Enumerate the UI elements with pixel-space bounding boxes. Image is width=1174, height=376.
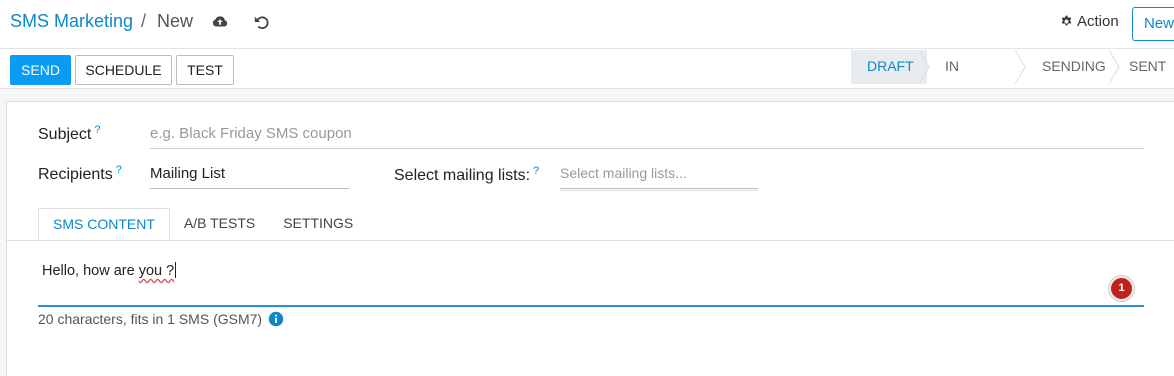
spellcheck-badge[interactable]: 1 xyxy=(1109,276,1134,301)
subject-help-icon[interactable]: ? xyxy=(94,124,100,136)
tab-ab-tests[interactable]: A/B TESTS xyxy=(170,208,269,241)
control-panel: SEND SCHEDULE TEST DRAFT IN QUEUE SENDIN… xyxy=(0,48,1174,106)
sms-body-textarea[interactable]: Hello, how are you ? xyxy=(42,262,177,279)
text-caret xyxy=(175,262,177,278)
tab-divider xyxy=(6,240,1174,241)
status-in-queue[interactable]: IN QUEUE xyxy=(927,50,1026,106)
chevron-right-icon xyxy=(1015,50,1026,84)
notebook-tabs: SMS CONTENT A/B TESTS SETTINGS xyxy=(38,208,367,241)
mailing-lists-help-icon[interactable]: ? xyxy=(533,165,539,177)
chevron-right-icon xyxy=(1109,50,1120,84)
breadcrumb-separator: / xyxy=(141,11,147,31)
mailing-lists-input[interactable]: Select mailing lists... xyxy=(560,165,758,191)
sms-body-underline xyxy=(38,305,1144,307)
tab-settings[interactable]: SETTINGS xyxy=(269,208,367,241)
sms-counter-text: 20 characters, fits in 1 SMS (GSM7) xyxy=(38,311,263,327)
gear-icon xyxy=(1061,15,1072,26)
undo-icon[interactable] xyxy=(253,13,271,31)
status-draft[interactable]: DRAFT xyxy=(851,50,930,84)
recipients-select[interactable]: Mailing List xyxy=(150,165,349,189)
action-menu-button[interactable]: Action xyxy=(1060,13,1119,30)
sms-counter: 20 characters, fits in 1 SMS (GSM7) xyxy=(38,311,284,327)
subject-input[interactable]: e.g. Black Friday SMS coupon xyxy=(150,125,1144,149)
mailing-lists-label: Select mailing lists:? xyxy=(394,165,540,184)
send-button[interactable]: SEND xyxy=(10,55,71,85)
new-button[interactable]: New xyxy=(1132,7,1174,41)
chevron-right-icon xyxy=(919,50,930,84)
status-sending[interactable]: SENDING xyxy=(1023,50,1120,84)
status-bar: DRAFT IN QUEUE SENDING SENT xyxy=(851,50,1174,106)
top-bar: SMS Marketing / New Action New xyxy=(0,0,1174,48)
subject-label: Subject? xyxy=(38,124,101,143)
misspelled-word: you ? xyxy=(138,263,175,279)
cloud-upload-icon[interactable] xyxy=(211,13,229,31)
breadcrumb-current: New xyxy=(157,11,194,31)
test-button[interactable]: TEST xyxy=(176,55,234,85)
breadcrumb-sms-marketing[interactable]: SMS Marketing xyxy=(10,11,133,32)
recipients-help-icon[interactable]: ? xyxy=(116,164,122,176)
info-circle-icon[interactable] xyxy=(268,311,284,327)
tab-sms-content[interactable]: SMS CONTENT xyxy=(38,208,170,241)
action-label: Action xyxy=(1077,13,1119,30)
status-sent[interactable]: SENT xyxy=(1117,50,1174,84)
recipients-label: Recipients? xyxy=(38,164,122,183)
schedule-button[interactable]: SCHEDULE xyxy=(75,55,172,85)
